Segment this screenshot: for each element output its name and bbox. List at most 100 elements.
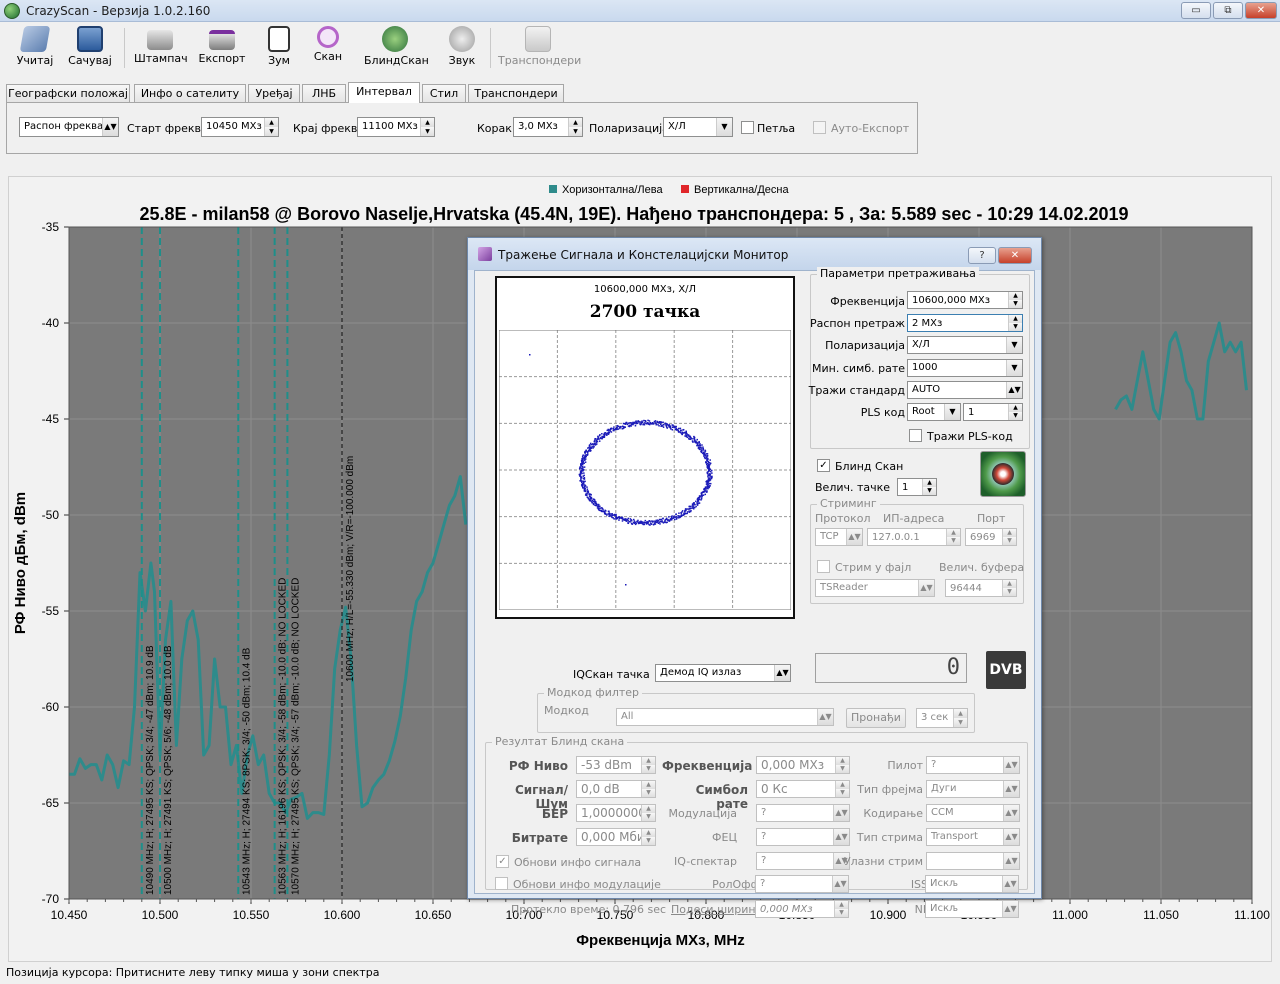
port-input[interactable]: 6969 ▲ ▼ — [965, 528, 1017, 546]
spin-up-icon[interactable]: ▲ — [1008, 315, 1022, 323]
spin-down-icon[interactable]: ▼ — [264, 127, 278, 136]
step-input[interactable]: 3,0 МХз ▲ ▼ — [513, 117, 583, 137]
spin-down-icon[interactable]: ▼ — [420, 127, 434, 136]
tab-satellite-info[interactable]: Инфо о сателиту — [134, 84, 246, 103]
end-freq-input[interactable]: 11100 МХз ▲ ▼ — [357, 117, 435, 137]
issyi-select[interactable]: Искљ ▲▼ — [925, 875, 1019, 893]
constellation-point — [699, 448, 701, 451]
timeout-input[interactable]: 3 сек ▲ ▼ — [916, 708, 968, 728]
constellation-point — [695, 500, 697, 503]
tab-geo[interactable]: Географски положај — [6, 84, 130, 103]
minimize-button[interactable]: ▭ — [1181, 2, 1211, 19]
blindscan-start-button[interactable] — [980, 451, 1026, 497]
constellation-point — [591, 445, 593, 448]
constellation-point — [596, 505, 599, 507]
close-button[interactable]: ✕ — [1245, 2, 1277, 19]
pilot-select[interactable]: ? ▲▼ — [926, 756, 1020, 774]
modulation-select[interactable]: ? ▲▼ — [756, 804, 850, 822]
spin-down-icon[interactable]: ▼ — [922, 487, 936, 495]
spin-up-icon[interactable]: ▲ — [264, 118, 278, 127]
spin-down-icon[interactable]: ▼ — [834, 909, 848, 917]
spin-down-icon[interactable]: ▼ — [946, 537, 960, 545]
spin-up-icon[interactable]: ▲ — [1008, 292, 1022, 300]
input-stream-select[interactable]: ▲▼ — [926, 852, 1020, 870]
npd-select[interactable]: Искљ ▲▼ — [925, 900, 1019, 918]
constellation-point — [625, 584, 627, 586]
iq-spectrum-label: IQ-спектар — [674, 855, 737, 868]
transponders-button[interactable]: Транспондери — [498, 26, 581, 70]
spin-up-icon[interactable]: ▲ — [834, 901, 848, 909]
search-range-input[interactable]: 2 МХз ▲ ▼ — [907, 314, 1023, 332]
reader-select[interactable]: TSReader ▲▼ — [815, 579, 935, 597]
spin-down-icon[interactable]: ▼ — [1008, 412, 1022, 420]
rolloff-select[interactable]: ? ▲▼ — [755, 875, 849, 893]
auto-export-checkbox[interactable] — [813, 121, 826, 134]
set-bandwidth-link[interactable]: Подеси ширину — [671, 903, 762, 916]
spin-up-icon[interactable]: ▲ — [1002, 529, 1016, 537]
spin-down-icon[interactable]: ▼ — [1002, 588, 1016, 596]
blindscan-button[interactable]: БлиндСкан — [364, 26, 429, 70]
stream-to-file-checkbox[interactable] — [817, 560, 830, 573]
protocol-select[interactable]: TCP ▲▼ — [815, 528, 863, 546]
spin-down-icon[interactable]: ▼ — [1002, 537, 1016, 545]
spin-down-icon: ▼ — [641, 837, 655, 845]
minsym-select[interactable]: 1000 ▼ — [907, 359, 1023, 377]
open-button[interactable]: Учитај — [12, 26, 58, 70]
loop-checkbox[interactable] — [741, 121, 754, 134]
fec-select[interactable]: ? ▲▼ — [756, 828, 850, 846]
iq-spectrum-select[interactable]: ? ▲▼ — [756, 852, 850, 870]
modcod-filter-group: Модкод филтер Модкод All ▲▼ Пронађи 3 сек… — [537, 686, 975, 733]
tab-lnb[interactable]: ЛНБ — [302, 84, 346, 103]
sound-button[interactable]: Звук — [444, 26, 480, 70]
std-select[interactable]: AUTO ▲▼ — [907, 381, 1023, 399]
dialog-freq-input[interactable]: 10600,000 МХз ▲ ▼ — [907, 291, 1023, 309]
buffer-input[interactable]: 96444 ▲ ▼ — [945, 579, 1017, 597]
print-button[interactable]: Штампач — [134, 26, 188, 70]
dialog-pol-select[interactable]: Х/Л ▼ — [907, 336, 1023, 354]
spin-down-icon[interactable]: ▼ — [1008, 300, 1022, 308]
pls-search-checkbox[interactable] — [909, 429, 922, 442]
coding-select[interactable]: CCM ▲▼ — [926, 804, 1020, 822]
start-freq-input[interactable]: 10450 МХз ▲ ▼ — [201, 117, 279, 137]
modcod-select[interactable]: All ▲▼ — [616, 708, 834, 726]
spin-down-icon[interactable]: ▼ — [953, 718, 967, 727]
frame-type-select[interactable]: Дуги ▲▼ — [926, 780, 1020, 798]
spin-up-icon[interactable]: ▲ — [420, 118, 434, 127]
spin-up-icon[interactable]: ▲ — [946, 529, 960, 537]
iq-scan-select[interactable]: Демод IQ излаз ▲▼ — [655, 664, 791, 682]
range-mode-select[interactable]: Распон фреква ▲▼ — [19, 117, 119, 137]
constellation-point — [673, 518, 676, 521]
spin-up-icon[interactable]: ▲ — [568, 118, 582, 127]
save-button[interactable]: Сачувај — [66, 26, 114, 70]
spin-up-icon[interactable]: ▲ — [1008, 404, 1022, 412]
spin-up-icon[interactable]: ▲ — [1002, 580, 1016, 588]
constellation-point — [617, 428, 620, 430]
scan-button[interactable]: Скан — [312, 26, 344, 70]
point-size-input[interactable]: 1 ▲ ▼ — [897, 478, 937, 496]
update-modulation-checkbox[interactable] — [495, 877, 508, 890]
chevron-down-icon: ▲▼ — [1003, 853, 1019, 869]
stream-type-select[interactable]: Transport ▲▼ — [926, 828, 1020, 846]
spin-down-icon[interactable]: ▼ — [568, 127, 582, 136]
chevron-down-icon: ▲▼ — [102, 118, 118, 136]
find-button[interactable]: Пронађи — [846, 708, 906, 728]
tab-interval[interactable]: Интервал — [348, 82, 420, 103]
update-signal-checkbox[interactable]: ✓ — [496, 855, 509, 868]
blind-scan-checkbox[interactable]: ✓ — [817, 459, 830, 472]
tab-device[interactable]: Уређај — [248, 84, 300, 103]
export-button[interactable]: Експорт — [198, 26, 246, 70]
dialog-close-button[interactable]: ✕ — [998, 247, 1032, 264]
polarization-select[interactable]: Х/Л ▼ — [663, 117, 733, 137]
pls-code-input[interactable]: 1 ▲ ▼ — [963, 403, 1023, 421]
zoom-button[interactable]: Зум — [262, 26, 296, 70]
tab-transponders[interactable]: Транспондери — [468, 84, 564, 103]
spin-up-icon[interactable]: ▲ — [922, 479, 936, 487]
spin-up-icon[interactable]: ▲ — [953, 709, 967, 718]
maximize-button[interactable]: ⧉ — [1213, 2, 1243, 19]
tab-style[interactable]: Стил — [422, 84, 466, 103]
spin-down-icon[interactable]: ▼ — [1008, 323, 1022, 331]
bandwidth-input[interactable]: 0,000 МХз ▲ ▼ — [755, 900, 849, 918]
ip-input[interactable]: 127.0.0.1 ▲ ▼ — [867, 528, 961, 546]
dialog-help-button[interactable]: ? — [968, 247, 996, 264]
pls-mode-select[interactable]: Root ▼ — [907, 403, 961, 421]
